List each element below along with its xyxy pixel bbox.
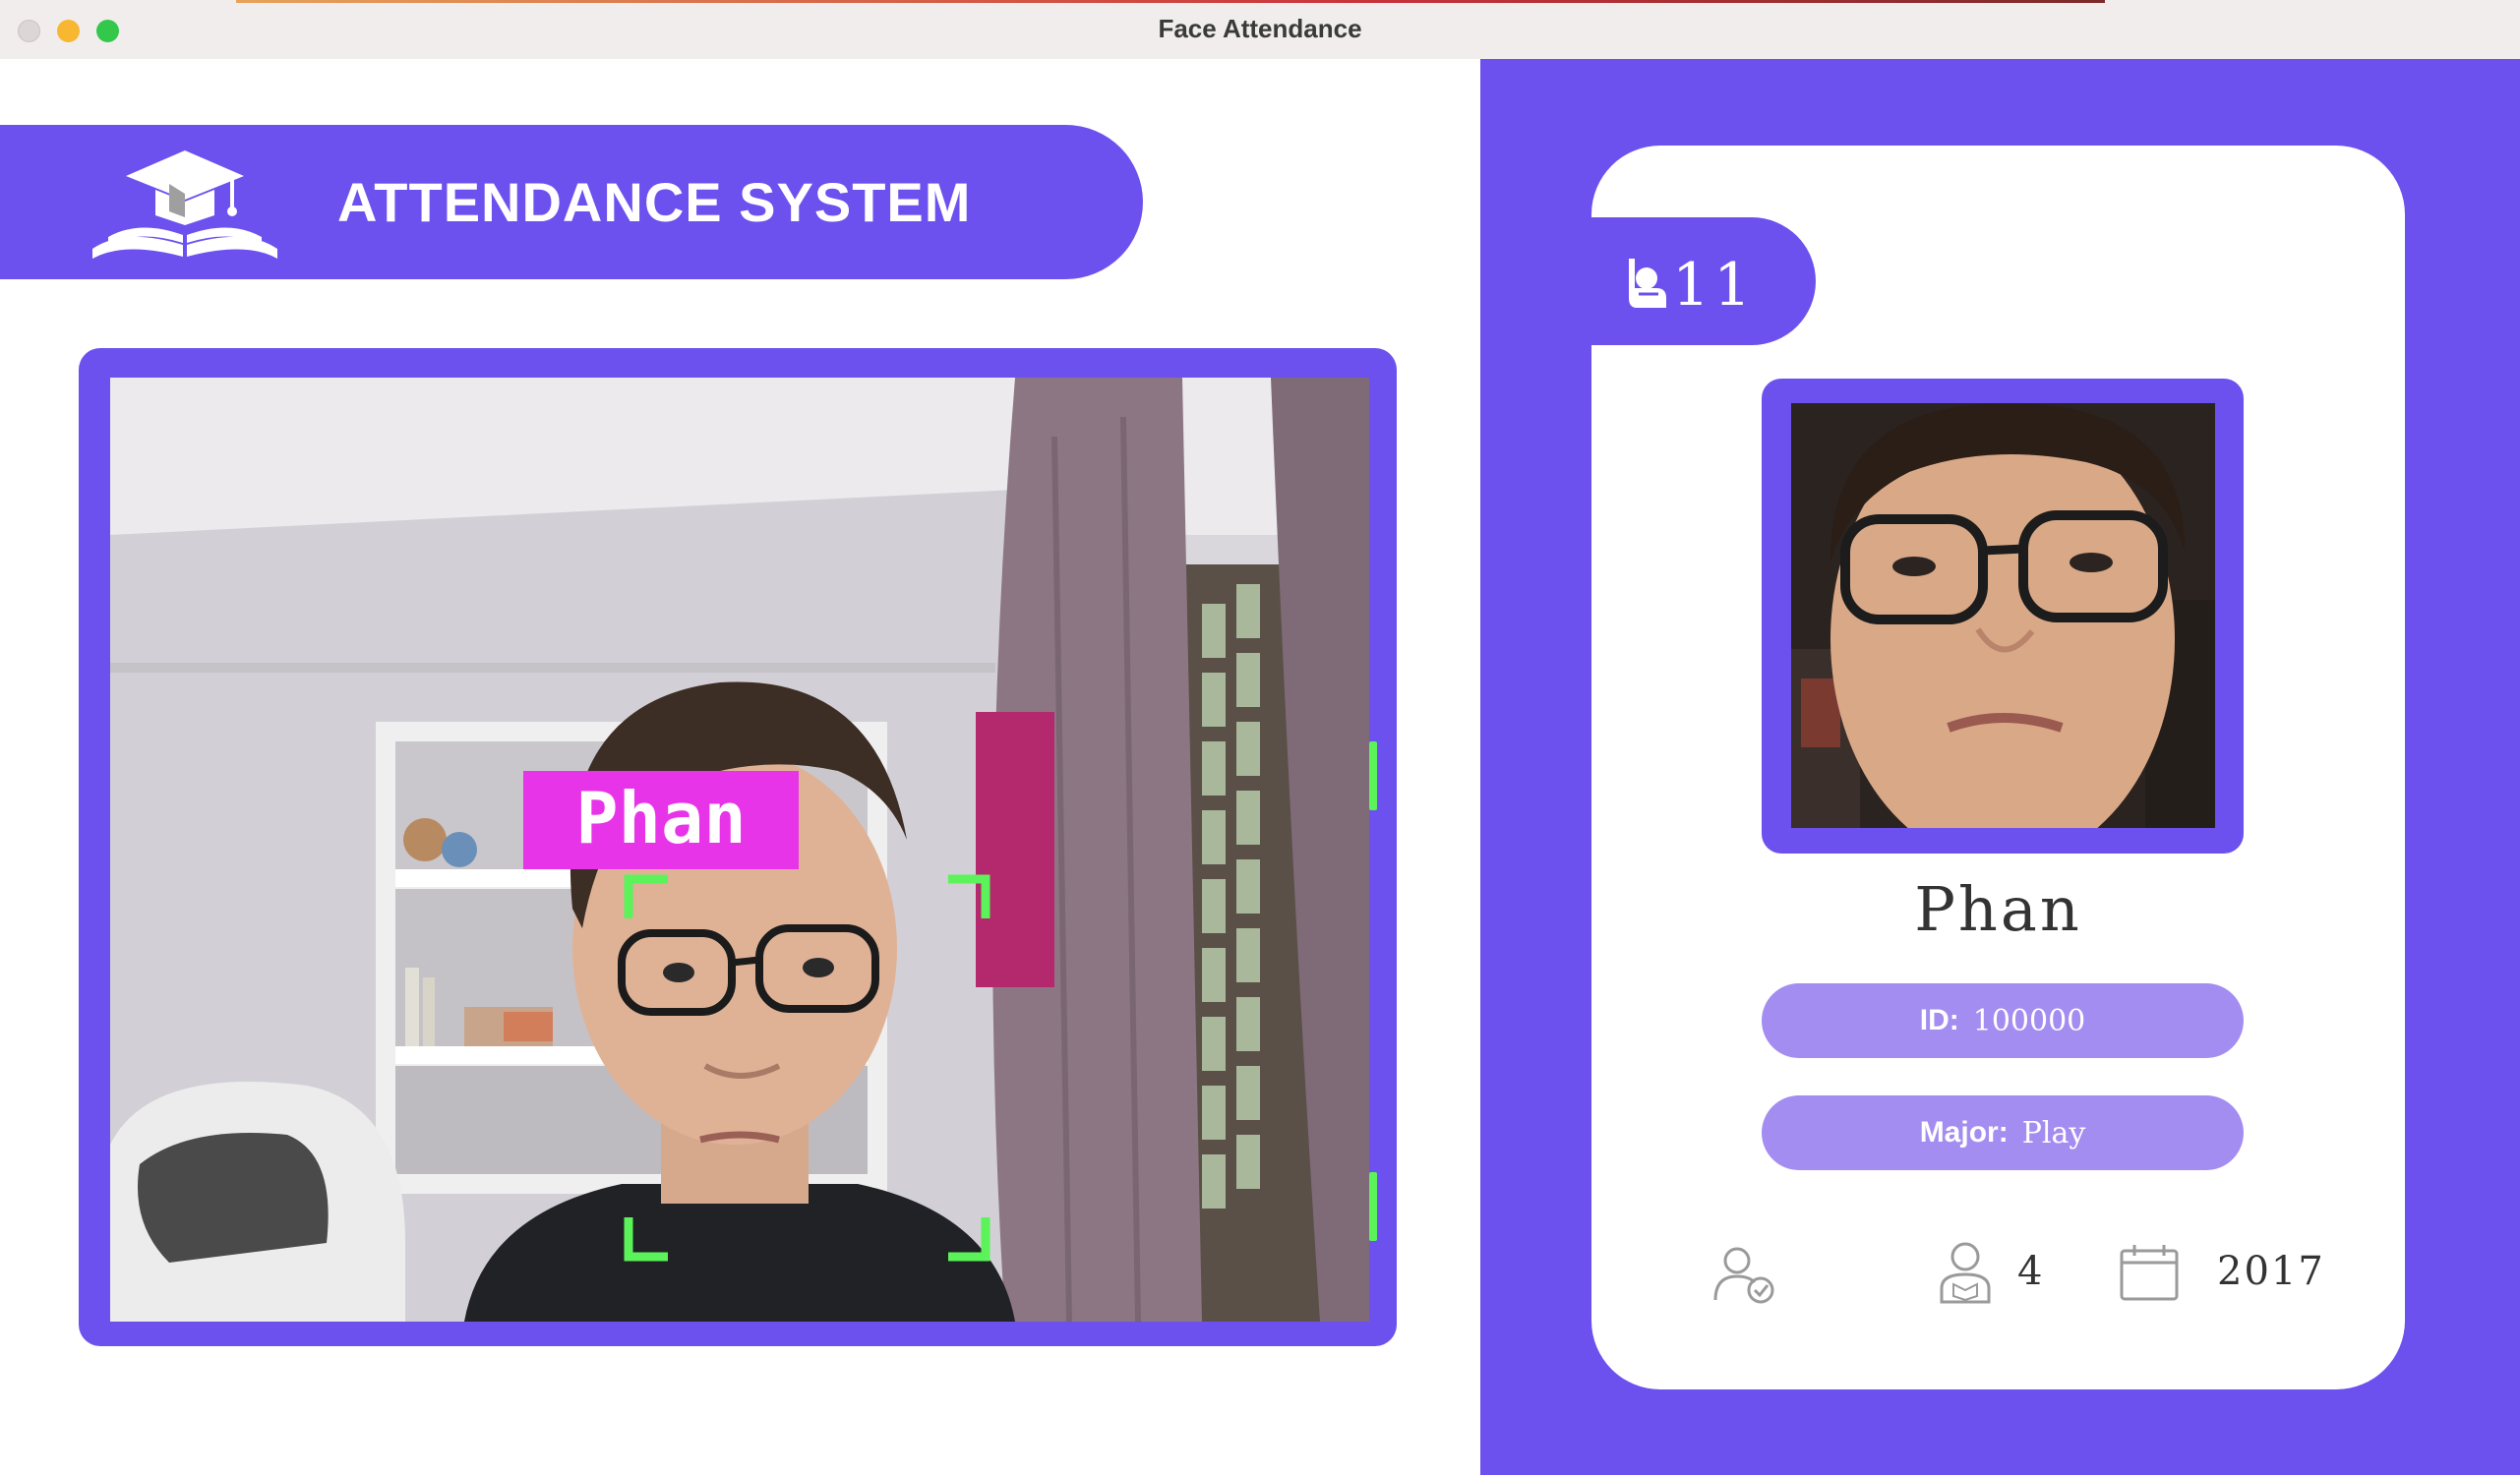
total-attendance-badge: 11: [1591, 217, 1816, 345]
webcam-image: Phan: [110, 378, 1369, 1322]
student-icon: [1940, 1242, 1991, 1304]
right-panel: 11 Phan ID: 100000 Major: Play 4 2017: [1480, 59, 2520, 1475]
camera-frame: Phan: [79, 348, 1397, 1346]
student-major-field: Major: Play: [1762, 1095, 2244, 1170]
student-photo: [1791, 403, 2215, 828]
major-label: Major:: [1919, 1116, 2009, 1149]
total-attendance-value: 11: [1672, 251, 1756, 320]
title-bar: Face Attendance: [0, 0, 2520, 60]
app-title: ATTENDANCE SYSTEM: [337, 171, 972, 233]
detection-edge-marker: [1369, 1172, 1377, 1241]
detection-edge-marker: [1369, 741, 1377, 810]
detected-name-label: Phan: [575, 777, 746, 859]
id-label: ID:: [1919, 1004, 1959, 1036]
webcam-feed: Phan: [110, 378, 1369, 1322]
id-value: 100000: [1972, 1003, 2086, 1038]
user-check-icon: [1713, 1247, 1774, 1304]
starting-year-value: 2017: [2217, 1249, 2325, 1294]
title-bar-accent: [236, 0, 2105, 3]
window-title: Face Attendance: [1158, 14, 1362, 43]
student-name: Phan: [1914, 873, 2082, 945]
raised-hand-person-icon: [1629, 259, 1666, 308]
student-id-field: ID: 100000: [1762, 983, 2244, 1058]
student-photo-frame: [1762, 379, 2244, 854]
student-info-card: 11 Phan ID: 100000 Major: Play 4 2017: [1591, 146, 2405, 1389]
calendar-icon: [2120, 1245, 2179, 1301]
left-panel: ATTENDANCE SYSTEM Phan: [0, 59, 1480, 1475]
student-year-value: 4: [2017, 1249, 2045, 1294]
major-value: Play: [2021, 1115, 2086, 1150]
header-banner: ATTENDANCE SYSTEM: [0, 125, 1143, 279]
graduation-cap-book-icon: [92, 150, 277, 259]
